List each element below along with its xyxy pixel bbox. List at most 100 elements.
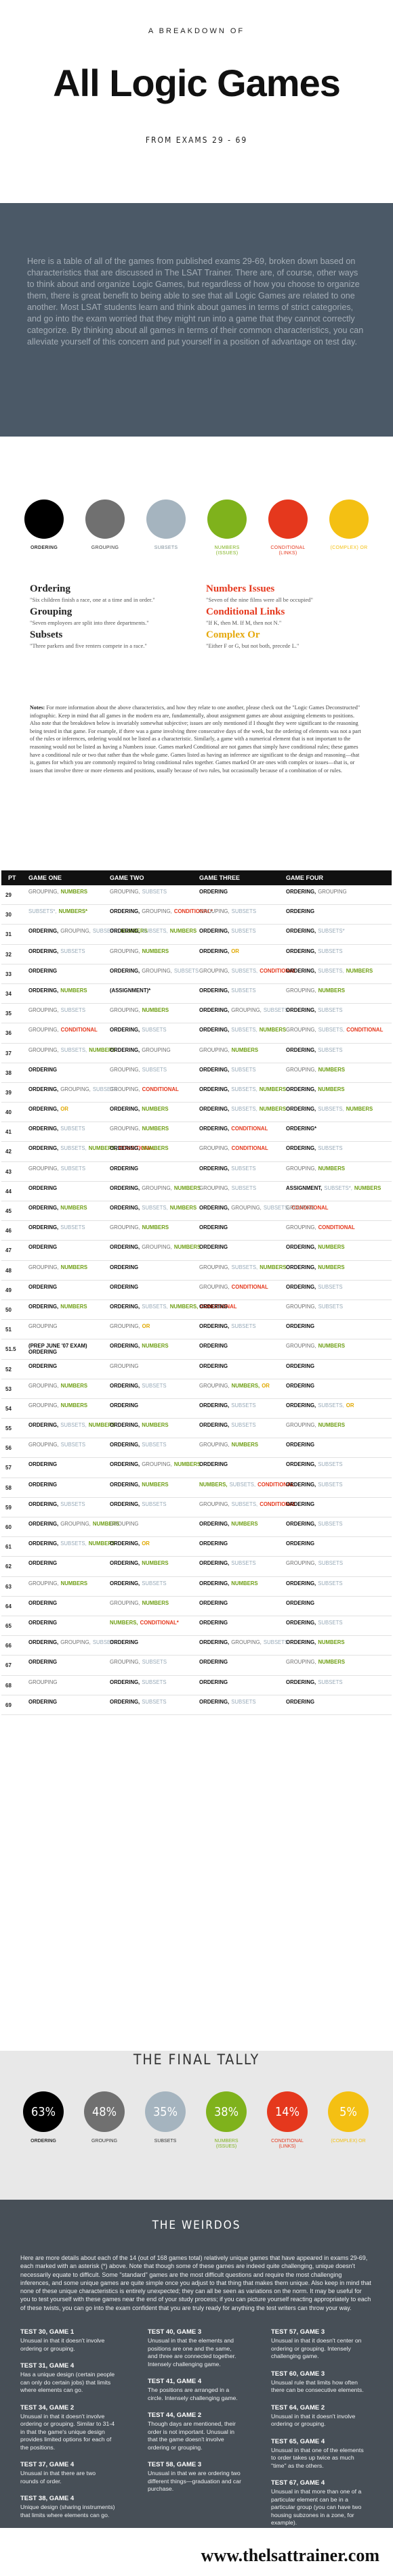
- table-cell: ORDERING, SUBSETS: [286, 1620, 367, 1626]
- characteristic-tag: NUMBERS: [318, 1659, 346, 1666]
- characteristic-tag: SUBSETS: [142, 1442, 167, 1448]
- table-cell: ORDERING: [199, 889, 281, 895]
- table-cell: GROUPING, CONDITIONAL: [28, 1027, 110, 1033]
- table-cell: NUMBERS, SUBSETS, CONDITIONAL: [199, 1482, 294, 1488]
- table-cell: NUMBERS, CONDITIONAL*: [110, 1620, 191, 1626]
- infographic-page: A BREAKDOWN OF All Logic Games FROM EXAM…: [0, 0, 393, 2576]
- characteristic-tag: (ASSIGNMENT)*: [110, 987, 151, 994]
- characteristic-tag: ORDERING,: [110, 1106, 140, 1113]
- table-cell: ORDERING, SUBSETS, NUMBERS: [199, 1027, 286, 1033]
- definition-title: Complex Or: [206, 629, 260, 640]
- characteristic-tag: NUMBERS: [142, 1106, 169, 1113]
- table-cell: ORDERING, SUBSETS: [286, 1007, 367, 1013]
- column-header: GAME THREE: [199, 874, 241, 881]
- characteristic-tag: GROUPING,: [286, 1027, 316, 1034]
- weirdo-item: TEST 58, GAME 3 Unusual in that we are or…: [148, 2461, 243, 2493]
- exam-range: FROM EXAMS 29 - 69: [145, 135, 248, 145]
- table-cell: ORDERING: [199, 1600, 281, 1606]
- characteristic-tag: SUBSETS*,: [28, 908, 57, 915]
- table-cell: ORDERING: [286, 1383, 367, 1389]
- characteristic-tag: ORDERING: [199, 1303, 228, 1310]
- table-cell: ORDERING: [28, 1560, 110, 1566]
- characteristic-tag: GROUPING,: [110, 1086, 140, 1092]
- characteristic-tag: ORDERING: [199, 1659, 228, 1666]
- characteristic-tag: ORDERING,: [110, 1679, 140, 1685]
- table-cell: GROUPING, NUMBERS: [286, 1659, 367, 1665]
- table-cell: ORDERING, NUMBERS: [286, 1086, 367, 1092]
- row-pt: 67: [5, 1662, 12, 1669]
- table-row: 69 ORDERING ORDERING, SUBSETS ORDERING, SUBSE…: [1, 1695, 392, 1715]
- characteristic-tag: ORDERING: [110, 1264, 139, 1270]
- characteristic-tag: ORDERING: [28, 1362, 58, 1369]
- characteristic-tag: ORDERING,: [286, 1521, 316, 1527]
- table-cell: ORDERING, NUMBERS: [28, 1205, 110, 1211]
- characteristic-tag: ORDERING,: [199, 1086, 230, 1092]
- row-pt: 56: [5, 1445, 12, 1452]
- characteristic-tag: SUBSETS*: [318, 928, 345, 935]
- table-row: 61 ORDERING, SUBSETS, NUMBERS ORDERING, OR ORD…: [1, 1537, 392, 1557]
- table-cell: ORDERING, GROUPING, SUBSETS, NUMBERS: [28, 928, 148, 934]
- characteristic-tag: GROUPING,: [110, 1007, 140, 1014]
- table-cell: GROUPING, SUBSETS: [286, 1560, 367, 1566]
- characteristic-tag: ORDERING: [286, 1442, 315, 1448]
- row-pt: 49: [5, 1287, 12, 1293]
- characteristic-tag: ORDERING,: [110, 1580, 140, 1586]
- characteristic-tag: NUMBERS: [231, 1442, 259, 1448]
- table-cell: ORDERING: [110, 1264, 191, 1270]
- site-link[interactable]: www.thelsattrainer.com: [201, 2546, 379, 2566]
- definition-title: Subsets: [30, 629, 63, 640]
- row-pt: 43: [5, 1168, 12, 1175]
- characteristic-tag: OR: [262, 1382, 270, 1389]
- table-cell: ORDERING, SUBSETS: [199, 1165, 281, 1172]
- characteristic-tag: ORDERING: [286, 1540, 315, 1547]
- table-cell: ORDERING: [199, 1224, 281, 1230]
- weirdo-desc: Unusual in that we are ordering two diff…: [148, 2470, 241, 2492]
- legend-label: (COMPLEX) OR: [330, 546, 368, 550]
- table-cell: ORDERING: [199, 1461, 281, 1467]
- legend-dot: [329, 499, 369, 539]
- table-cell: ORDERING, SUBSETS, NUMBERS: [199, 1086, 286, 1092]
- table-cell: ORDERING: [199, 1679, 281, 1685]
- table-cell: (ASSIGNMENT)*: [110, 987, 191, 994]
- characteristic-tag: SUBSETS: [318, 1580, 343, 1586]
- tally-dot: 48%: [84, 2091, 125, 2132]
- characteristic-tag: GROUPING,: [28, 1007, 59, 1014]
- characteristic-tag: NUMBERS: [318, 1066, 346, 1073]
- weirdo-item: TEST 44, GAME 2 Though days are mentioned…: [148, 2412, 243, 2451]
- table-cell: GROUPING, SUBSETS: [28, 1165, 110, 1172]
- characteristic-tag: NUMBERS: [142, 1560, 169, 1567]
- characteristic-tag: NUMBERS: [318, 1244, 345, 1251]
- characteristic-tag: GROUPING,: [142, 908, 172, 915]
- characteristic-tag: ORDERING: [286, 1599, 315, 1606]
- table-cell: ORDERING, GROUPING, NUMBERS: [28, 1521, 119, 1527]
- characteristic-tag: GROUPING,: [286, 1659, 316, 1666]
- characteristic-tag: NUMBERS: [318, 987, 346, 994]
- table-cell: ORDERING: [110, 1165, 191, 1172]
- characteristic-tag: SUBSETS: [263, 1639, 289, 1646]
- characteristic-tag: SUBSETS: [60, 1501, 85, 1507]
- table-cell: ORDERING, NUMBERS: [110, 1422, 191, 1428]
- characteristic-tag: SUBSETS,: [318, 1106, 344, 1113]
- characteristic-tag: SUBSETS: [318, 1046, 343, 1053]
- characteristic-tag: SUBSETS: [142, 1659, 167, 1666]
- characteristic-tag: SUBSETS: [142, 1679, 167, 1685]
- table-cell: GROUPING, SUBSETS: [28, 1007, 110, 1013]
- characteristic-tag: GROUPING,: [110, 1599, 140, 1606]
- characteristic-tag: ORDERING,: [110, 1382, 140, 1389]
- characteristic-tag: SUBSETS,: [60, 1540, 87, 1547]
- characteristic-tag: GROUPING: [110, 1521, 139, 1527]
- table-cell: ORDERING, SUBSETS: [199, 987, 281, 994]
- characteristic-tag: ORDERING: [199, 1343, 228, 1350]
- table-cell: ORDERING: [199, 1244, 281, 1250]
- characteristic-tag: GROUPING,: [110, 1224, 140, 1231]
- legend-dot: [85, 499, 125, 539]
- weirdo-desc: Unusual in that it doesn't center on ord…: [271, 2337, 362, 2359]
- table-cell: GROUPING, SUBSETS, CONDITIONAL: [199, 968, 296, 974]
- table-cell: ORDERING, SUBSETS, NUMBERS, CONDITIONAL: [110, 1304, 236, 1310]
- characteristic-tag: ORDERING,: [110, 1244, 140, 1251]
- weirdo-item: TEST 38, GAME 4 Unique design (sharing in…: [20, 2495, 115, 2519]
- characteristic-tag: GROUPING,: [286, 987, 316, 994]
- table-cell: GROUPING, NUMBERS: [28, 1402, 110, 1408]
- characteristic-tag: ORDERING,: [110, 1422, 140, 1429]
- weirdo-heading: TEST 38, GAME 4: [20, 2495, 75, 2502]
